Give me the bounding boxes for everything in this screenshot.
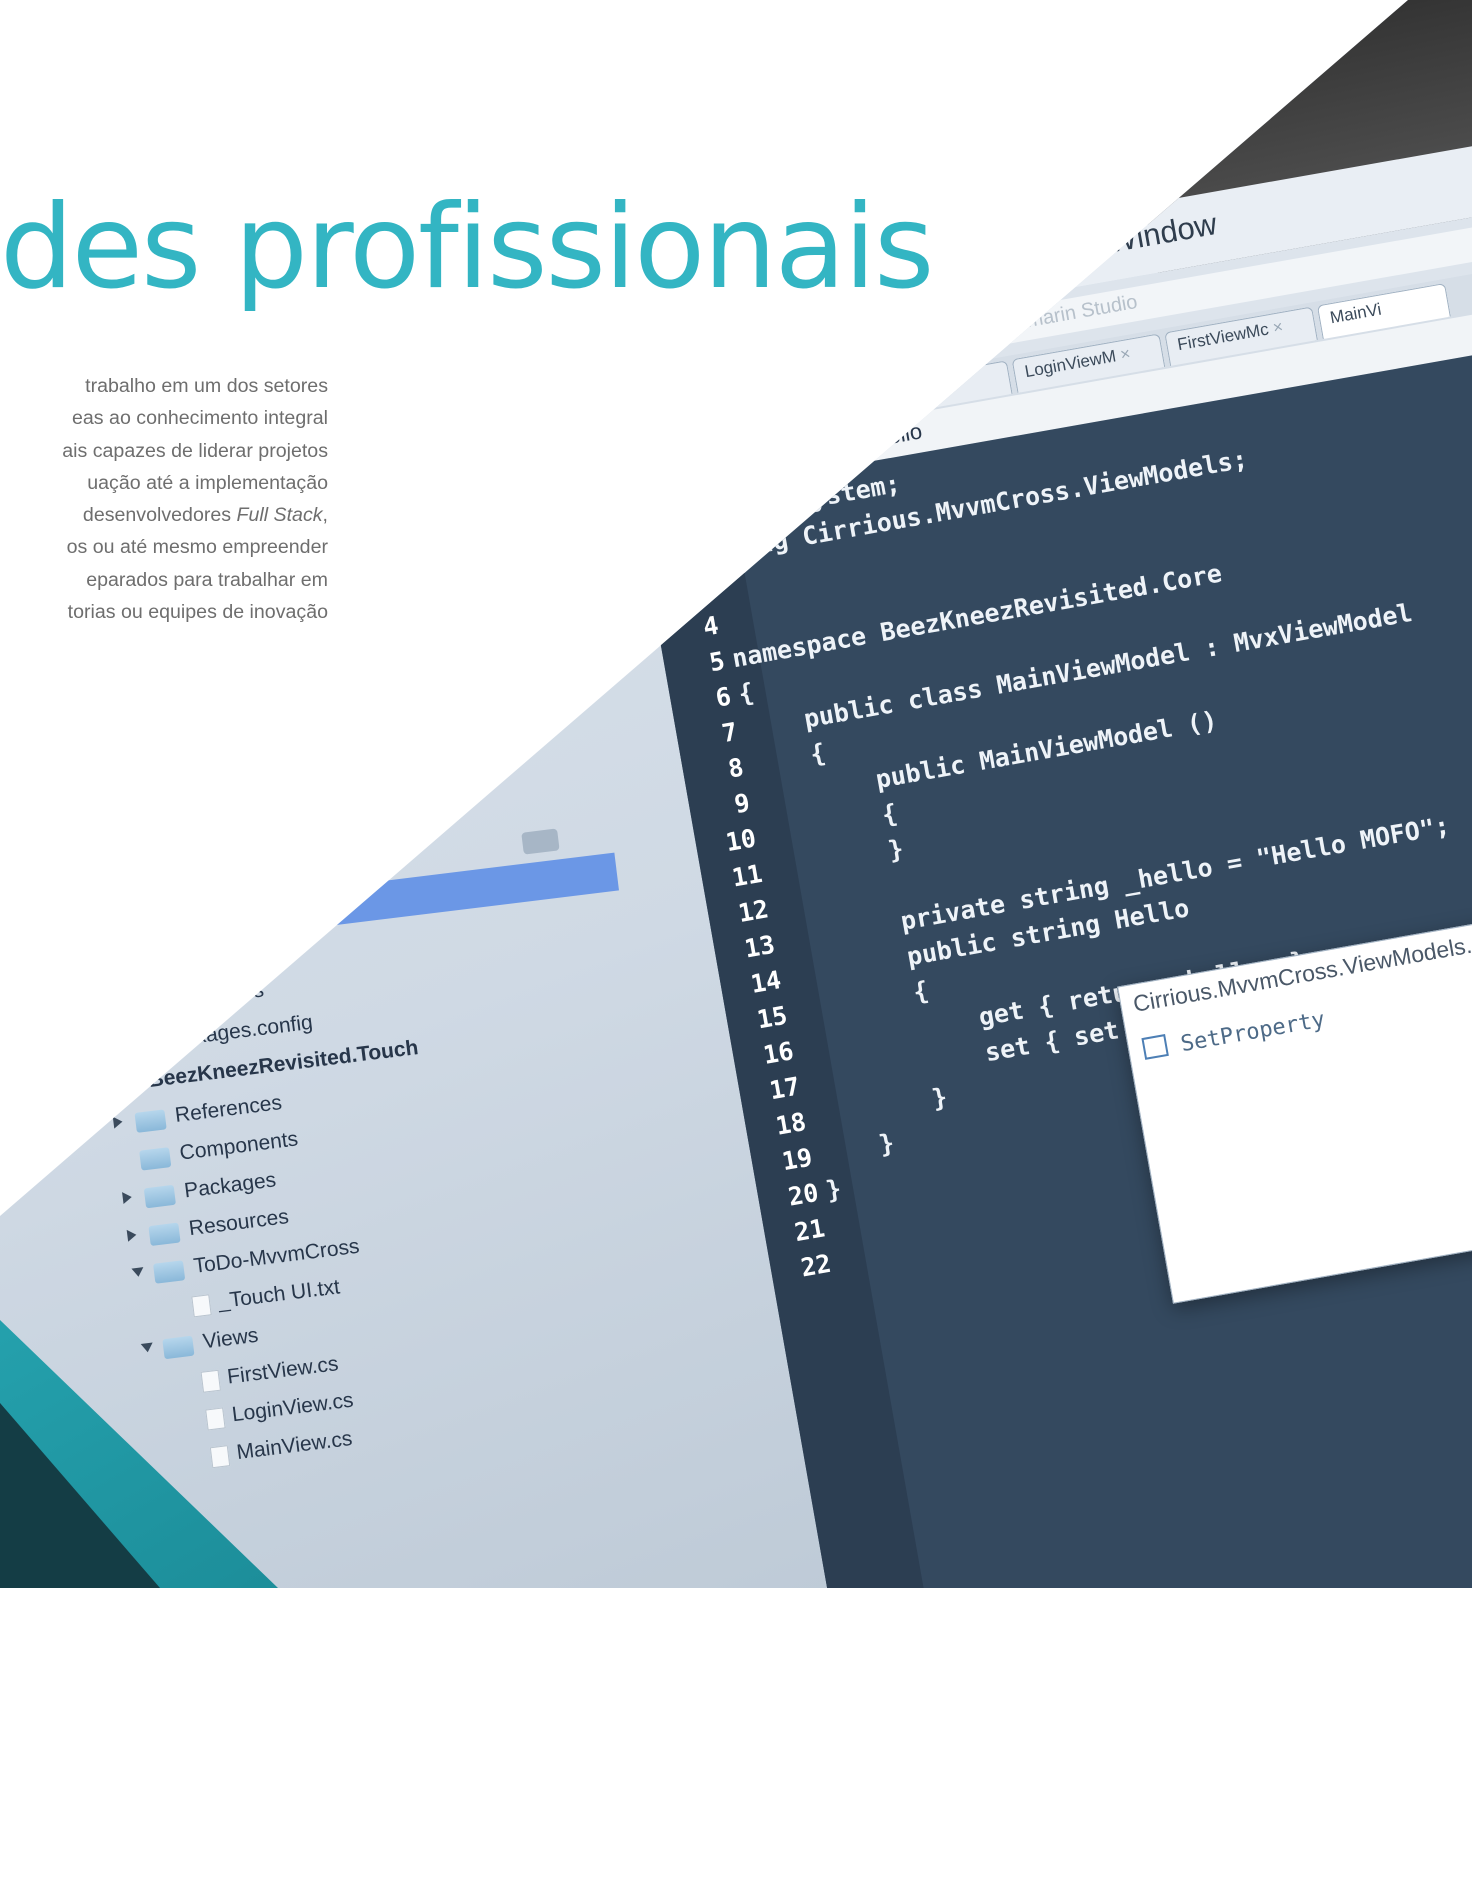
folder-icon — [143, 1184, 176, 1209]
close-icon[interactable]: × — [1271, 317, 1284, 337]
tab-label: MainVi — [1328, 299, 1383, 328]
menu-window[interactable]: Window — [1105, 206, 1220, 261]
tree-item-label: Packages — [182, 1168, 278, 1203]
tab-appdelegate[interactable]: AppDelegat × — [701, 388, 851, 448]
file-icon — [128, 995, 149, 1019]
tree-item-label: FirstViewModel.cs — [149, 818, 321, 863]
menu-tools[interactable]: Tools — [987, 233, 1065, 281]
chevron-down-icon[interactable] — [88, 1080, 102, 1092]
file-icon — [123, 958, 145, 982]
file-icon — [133, 1033, 154, 1057]
chevron-down-icon[interactable] — [140, 1342, 154, 1353]
autocomplete-item-label: SetProperty — [1179, 1007, 1327, 1058]
body-line-text-b: , — [322, 504, 328, 527]
body-line: os ou até mesmo empreender — [66, 536, 328, 559]
method-icon — [1141, 1034, 1169, 1060]
body-line: trabalho em um dos setores — [85, 375, 328, 397]
code-line[interactable]: 2 using Cirrious.MvvmCross.ViewModels; — [654, 444, 1251, 584]
tree-item-label: Cross — [139, 757, 198, 787]
tree-item-label: MainViewModel.cs — [158, 893, 335, 938]
tab-label: App.cs — [860, 382, 916, 410]
folder-icon — [139, 1147, 172, 1171]
tree-item-label: FirstView.cs — [225, 1352, 340, 1389]
folder-icon — [162, 1335, 195, 1360]
folder-icon — [148, 1222, 181, 1247]
chevron-down-icon[interactable] — [131, 1267, 145, 1278]
code-text: public class MainViewModel : MvxViewMode… — [742, 597, 1415, 745]
ide-window: Run Version Control Tools Window Xamarin… — [600, 126, 1472, 1588]
line-number: 4 — [700, 610, 721, 642]
file-icon — [191, 1294, 212, 1318]
xamarin-logo-icon — [965, 320, 987, 342]
breadcrumb-separator-icon: ▸ — [816, 434, 833, 462]
chevron-right-icon[interactable] — [112, 1115, 124, 1129]
file-icon — [124, 881, 145, 905]
tree-item-label: App.cs — [151, 945, 218, 977]
property-icon — [841, 432, 865, 456]
body-line-text-a: desenvolvedores — [82, 504, 237, 527]
body-line-emphasis: Full Stack — [236, 504, 323, 527]
tree-item-label: _Touch UI.txt — [216, 1275, 342, 1314]
file-icon — [200, 1369, 221, 1393]
tree-item-label: Components — [178, 1127, 300, 1165]
file-icon — [205, 1407, 226, 1431]
close-icon[interactable]: × — [917, 380, 930, 400]
tab-label: FirstViewMc — [1175, 319, 1271, 355]
tree-item-label: LoginView.cs — [230, 1388, 355, 1427]
chevron-right-icon[interactable] — [122, 1191, 133, 1205]
line-number: 1 — [682, 504, 702, 536]
body-line: eas ao conhecimento integral — [72, 407, 328, 430]
body-paragraph: trabalho em um dos setores eas ao conhec… — [0, 370, 328, 628]
line-number: 3 — [694, 575, 715, 607]
autocomplete-item[interactable]: SetProperty — [1141, 1006, 1327, 1064]
body-line: desenvolvedores Full Stack, — [0, 499, 328, 531]
folder-icon — [153, 1260, 186, 1284]
tree-item-label: Resources — [187, 1205, 291, 1241]
folder-icon — [134, 1109, 167, 1133]
chevron-right-icon[interactable] — [126, 1228, 138, 1242]
code-text: using Cirrious.MvvmCross.ViewModels; — [711, 444, 1250, 567]
tree-item-label: LoginViewModel.cs — [153, 854, 336, 900]
gear-icon[interactable] — [521, 828, 560, 855]
tab-label: AppDelegat — [713, 401, 804, 436]
body-line: eparados para trabalhar em — [86, 568, 328, 591]
file-icon — [209, 1445, 231, 1469]
file-icon — [119, 843, 141, 867]
close-icon[interactable]: × — [1119, 344, 1132, 364]
close-icon[interactable]: × — [805, 399, 818, 419]
tree-item-label: MainView.cs — [235, 1427, 354, 1465]
autocomplete-popup[interactable]: Cirrious.MvvmCross.ViewModels.MvxNo SetP… — [1117, 878, 1472, 1304]
breadcrumb-member[interactable]: Hello — [870, 418, 924, 452]
tree-item-label: Models — [124, 795, 195, 827]
file-icon — [129, 919, 150, 943]
status-title: Xamarin Studio — [1000, 290, 1140, 337]
tab-label: LoginViewM — [1023, 346, 1118, 382]
body-line: uação até a implementação — [87, 471, 328, 494]
project-icon — [113, 1074, 141, 1098]
body-line: torias ou equipes de inovação — [67, 601, 328, 624]
tree-item-label: Views — [201, 1323, 260, 1354]
body-line: ais capazes de liderar projetos — [62, 439, 328, 462]
page-headline: des profissionais — [0, 180, 934, 315]
breadcrumb-class[interactable]: MainViewModel — [640, 441, 797, 494]
tree-item-label: MyClass.cs — [155, 978, 266, 1015]
line-number: 2 — [688, 539, 709, 571]
code-editor[interactable]: 1 using System; 2 using Cirrious.MvvmCross.… — [635, 329, 1472, 1588]
tree-item-label: References — [173, 1091, 284, 1128]
